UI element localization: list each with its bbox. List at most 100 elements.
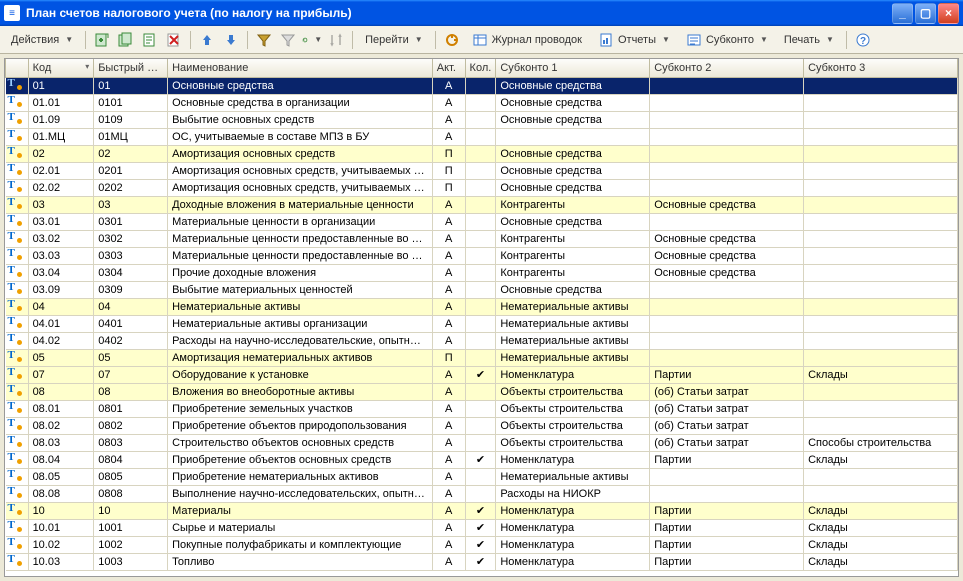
refresh2-icon[interactable] [441, 29, 463, 51]
cell-sub1: Номенклатура [496, 519, 650, 536]
cell-quick: 07 [94, 366, 168, 383]
table-row[interactable]: 10.011001Сырье и материалыА✔Номенклатура… [6, 519, 958, 536]
cell-quick: 1001 [94, 519, 168, 536]
cell-sub2 [650, 485, 804, 502]
table-row[interactable]: 02.020202Амортизация основных средств, у… [6, 179, 958, 196]
subconto-menu[interactable]: Субконто▼ [679, 29, 775, 51]
help-icon[interactable]: ? [852, 29, 874, 51]
cell-name: Материальные ценности в организации [168, 213, 433, 230]
col-icon[interactable] [6, 59, 29, 77]
table-row[interactable]: 01.090109Выбытие основных средствАОсновн… [6, 111, 958, 128]
cell-name: Оборудование к установке [168, 366, 433, 383]
col-sub3[interactable]: Субконто 3 [804, 59, 958, 77]
cell-sub2 [650, 179, 804, 196]
hierarchy-down-icon[interactable] [220, 29, 242, 51]
window-minimize-button[interactable]: _ [892, 3, 913, 24]
cell-akt: П [432, 179, 465, 196]
col-akt[interactable]: Акт. [432, 59, 465, 77]
table-row[interactable]: 0808Вложения во внеоборотные активыАОбъе… [6, 383, 958, 400]
cell-sub3 [804, 128, 958, 145]
print-menu[interactable]: Печать▼ [777, 29, 841, 51]
table-row[interactable]: 0101Основные средстваАОсновные средства [6, 77, 958, 94]
cell-quick: 0202 [94, 179, 168, 196]
row-icon [6, 315, 29, 332]
row-icon [6, 196, 29, 213]
cell-quick: 1003 [94, 553, 168, 570]
goto-menu[interactable]: Перейти▼ [358, 29, 430, 51]
table-row[interactable]: 03.030303Материальные ценности предостав… [6, 247, 958, 264]
delete-icon[interactable] [163, 29, 185, 51]
table-row[interactable]: 10.031003ТопливоА✔НоменклатураПартииСкла… [6, 553, 958, 570]
table-row[interactable]: 01.МЦ01МЦОС, учитываемые в составе МПЗ в… [6, 128, 958, 145]
table-row[interactable]: 08.030803Строительство объектов основных… [6, 434, 958, 451]
cell-code: 02 [28, 145, 94, 162]
table-row[interactable]: 02.010201Амортизация основных средств, у… [6, 162, 958, 179]
cell-quick: 0801 [94, 400, 168, 417]
table-row[interactable]: 08.080808Выполнение научно-исследователь… [6, 485, 958, 502]
cell-kol: ✔ [465, 451, 496, 468]
grid-scroll-area[interactable]: Код▾ Быстрый … Наименование Акт. Кол. Су… [4, 58, 959, 577]
cell-akt: А [432, 281, 465, 298]
col-kol[interactable]: Кол. [465, 59, 496, 77]
reports-menu[interactable]: Отчеты▼ [591, 29, 677, 51]
add-icon[interactable] [91, 29, 113, 51]
journal-button[interactable]: Журнал проводок [465, 29, 589, 51]
sort-icon[interactable] [325, 29, 347, 51]
hierarchy-up-icon[interactable] [196, 29, 218, 51]
table-row[interactable]: 0505Амортизация нематериальных активовПН… [6, 349, 958, 366]
table-row[interactable]: 08.050805Приобретение нематериальных акт… [6, 468, 958, 485]
col-code[interactable]: Код▾ [28, 59, 94, 77]
col-quick[interactable]: Быстрый … [94, 59, 168, 77]
cell-quick: 0802 [94, 417, 168, 434]
table-row[interactable]: 03.020302Материальные ценности предостав… [6, 230, 958, 247]
table-row[interactable]: 0202Амортизация основных средствПОсновны… [6, 145, 958, 162]
cell-akt: А [432, 315, 465, 332]
cell-quick: 02 [94, 145, 168, 162]
cell-sub1: Контрагенты [496, 230, 650, 247]
col-sub2[interactable]: Субконто 2 [650, 59, 804, 77]
table-row[interactable]: 03.010301Материальные ценности в организ… [6, 213, 958, 230]
cell-sub2: Партии [650, 366, 804, 383]
actions-menu[interactable]: Действия▼ [4, 29, 80, 51]
table-row[interactable]: 1010МатериалыА✔НоменклатураПартииСклады [6, 502, 958, 519]
window-maximize-button[interactable]: ▢ [915, 3, 936, 24]
window-close-button[interactable]: × [938, 3, 959, 24]
row-icon [6, 162, 29, 179]
table-row[interactable]: 04.010401Нематериальные активы организац… [6, 315, 958, 332]
table-row[interactable]: 04.020402Расходы на научно-исследователь… [6, 332, 958, 349]
cell-name: Основные средства [168, 77, 433, 94]
cell-sub1: Основные средства [496, 162, 650, 179]
row-icon [6, 94, 29, 111]
table-row[interactable]: 08.010801Приобретение земельных участков… [6, 400, 958, 417]
row-icon [6, 366, 29, 383]
cell-kol [465, 400, 496, 417]
filter-off-icon[interactable] [277, 29, 299, 51]
col-name[interactable]: Наименование [168, 59, 433, 77]
edit-icon[interactable] [139, 29, 161, 51]
cell-akt: А [432, 298, 465, 315]
cell-sub1: Основные средства [496, 111, 650, 128]
table-row[interactable]: 08.020802Приобретение объектов природопо… [6, 417, 958, 434]
refresh-icon[interactable]: ▼ [301, 29, 323, 51]
table-row[interactable]: 03.090309Выбытие материальных ценностейА… [6, 281, 958, 298]
col-sub1[interactable]: Субконто 1 [496, 59, 650, 77]
cell-name: Амортизация основных средств, учитываемы… [168, 162, 433, 179]
cell-akt: А [432, 400, 465, 417]
cell-quick: 04 [94, 298, 168, 315]
cell-sub3 [804, 94, 958, 111]
cell-code: 08.02 [28, 417, 94, 434]
print-label: Печать [784, 34, 820, 46]
table-row[interactable]: 0303Доходные вложения в материальные цен… [6, 196, 958, 213]
row-icon [6, 281, 29, 298]
table-row[interactable]: 10.021002Покупные полуфабрикаты и компле… [6, 536, 958, 553]
cell-sub2: Партии [650, 451, 804, 468]
table-row[interactable]: 01.010101Основные средства в организации… [6, 94, 958, 111]
filter-icon[interactable] [253, 29, 275, 51]
table-row[interactable]: 0707Оборудование к установкеА✔Номенклату… [6, 366, 958, 383]
cell-sub2 [650, 315, 804, 332]
cell-name: Приобретение объектов основных средств [168, 451, 433, 468]
table-row[interactable]: 08.040804Приобретение объектов основных … [6, 451, 958, 468]
add-copy-icon[interactable] [115, 29, 137, 51]
table-row[interactable]: 0404Нематериальные активыАНематериальные… [6, 298, 958, 315]
table-row[interactable]: 03.040304Прочие доходные вложенияАКонтра… [6, 264, 958, 281]
